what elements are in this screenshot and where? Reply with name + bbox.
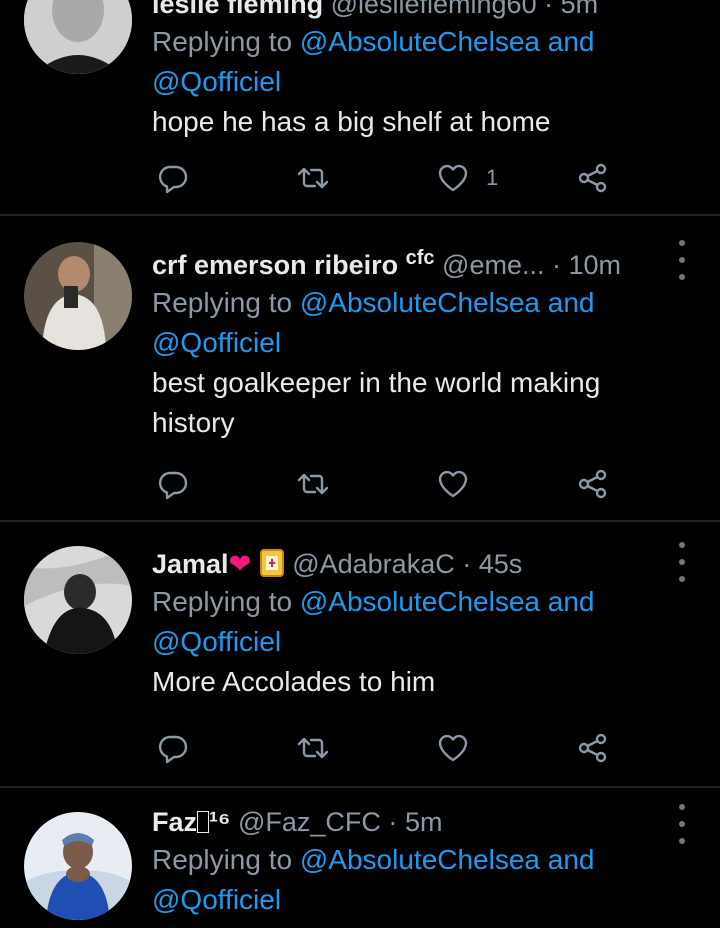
replying-and[interactable]: and xyxy=(548,844,595,875)
avatar[interactable] xyxy=(24,546,132,654)
retweet-icon xyxy=(297,167,329,189)
tweet-text: best goalkeeper in the world making hist… xyxy=(152,367,601,438)
replying-and[interactable]: and xyxy=(548,586,595,617)
mention-link[interactable]: @Qofficiel xyxy=(152,327,281,358)
tweet[interactable]: Jamal❤ @AdabrakaC · 45s Replying to @Abs… xyxy=(0,522,720,788)
avatar[interactable] xyxy=(24,0,132,74)
mention-link[interactable]: @AbsoluteChelsea xyxy=(300,586,540,617)
replying-to: Replying to @AbsoluteChelsea and @Qoffic… xyxy=(152,283,684,363)
replying-label: Replying to xyxy=(152,586,293,617)
display-name[interactable]: leslie fleming xyxy=(152,0,323,19)
replying-and[interactable]: and xyxy=(548,26,595,57)
reply-button[interactable] xyxy=(156,464,190,504)
like-count: 1 xyxy=(486,165,499,190)
share-icon xyxy=(578,733,607,763)
user-handle[interactable]: @AdabrakaC xyxy=(292,549,455,579)
replying-to: Replying to @AbsoluteChelsea and @Qoffic… xyxy=(152,840,684,920)
timestamp[interactable]: 10m xyxy=(569,250,622,280)
share-button[interactable] xyxy=(576,158,610,198)
unknown-glyph-icon xyxy=(197,811,210,833)
reply-button[interactable] xyxy=(156,158,190,198)
timestamp[interactable]: 5m xyxy=(405,807,443,837)
display-name[interactable]: Jamal xyxy=(152,549,229,579)
share-icon xyxy=(578,469,607,499)
display-name[interactable]: crf emerson ribeiro xyxy=(152,250,398,280)
tweet[interactable]: crf emerson ribeiro cfc @eme... · 10m Re… xyxy=(0,216,720,522)
name-badge: cfc xyxy=(405,247,435,269)
like-icon xyxy=(438,164,468,192)
mention-link[interactable]: @AbsoluteChelsea xyxy=(300,26,540,57)
timestamp[interactable]: 45s xyxy=(479,549,523,579)
mention-link[interactable]: @Qofficiel xyxy=(152,626,281,657)
mention-link[interactable]: @AbsoluteChelsea xyxy=(300,844,540,875)
mention-link[interactable]: @Qofficiel xyxy=(152,884,281,915)
share-button[interactable] xyxy=(576,728,610,768)
mention-link[interactable]: @Qofficiel xyxy=(152,66,281,97)
reply-icon xyxy=(158,471,188,500)
retweet-icon xyxy=(297,473,329,495)
like-button[interactable] xyxy=(436,464,470,504)
replying-to: Replying to @AbsoluteChelsea and @Qoffic… xyxy=(152,582,684,662)
replying-label: Replying to xyxy=(152,287,293,318)
replying-and[interactable]: and xyxy=(548,287,595,318)
name-suffix: ¹⁶ xyxy=(209,807,231,837)
retweet-button[interactable] xyxy=(296,728,330,768)
replying-label: Replying to xyxy=(152,844,293,875)
user-handle[interactable]: @eme... xyxy=(442,250,544,280)
share-button[interactable] xyxy=(576,464,610,504)
like-button[interactable] xyxy=(436,728,470,768)
tweet-text: hope he has a big shelf at home xyxy=(152,106,551,137)
mention-link[interactable]: @AbsoluteChelsea xyxy=(300,287,540,318)
display-name[interactable]: Faz xyxy=(152,807,197,837)
timestamp[interactable]: 5m xyxy=(561,0,599,19)
mahjong-tile-icon xyxy=(259,548,285,578)
user-handle[interactable]: @lesliefleming60 xyxy=(331,0,537,19)
heart-emoji-icon: ❤ xyxy=(228,549,252,579)
reply-button[interactable] xyxy=(156,728,190,768)
user-handle[interactable]: @Faz_CFC xyxy=(238,807,381,837)
like-button[interactable]: 1 xyxy=(436,158,498,198)
avatar[interactable] xyxy=(24,242,132,350)
tweet[interactable]: leslie fleming @lesliefleming60 · 5m Rep… xyxy=(0,0,720,216)
tweet-header: leslie fleming @lesliefleming60 · 5m xyxy=(152,0,684,22)
like-icon xyxy=(438,470,468,498)
retweet-button[interactable] xyxy=(296,158,330,198)
reply-icon xyxy=(158,735,188,764)
share-icon xyxy=(578,163,607,193)
retweet-button[interactable] xyxy=(296,464,330,504)
avatar[interactable] xyxy=(24,812,132,920)
retweet-icon xyxy=(297,737,329,759)
replying-to: Replying to @AbsoluteChelsea and @Qoffic… xyxy=(152,22,684,102)
tweet[interactable]: Faz ¹⁶ @Faz_CFC · 5m Replying to @Absolut… xyxy=(0,788,720,928)
tweet-header: Faz ¹⁶ @Faz_CFC · 5m xyxy=(152,807,443,837)
reply-icon xyxy=(158,165,188,194)
like-icon xyxy=(438,734,468,762)
tweet-header: crf emerson ribeiro cfc @eme... · 10m xyxy=(152,247,622,280)
tweet-text: More Accolades to him xyxy=(152,666,436,697)
tweet-header: Jamal❤ @AdabrakaC · 45s xyxy=(152,548,523,579)
replying-label: Replying to xyxy=(152,26,293,57)
